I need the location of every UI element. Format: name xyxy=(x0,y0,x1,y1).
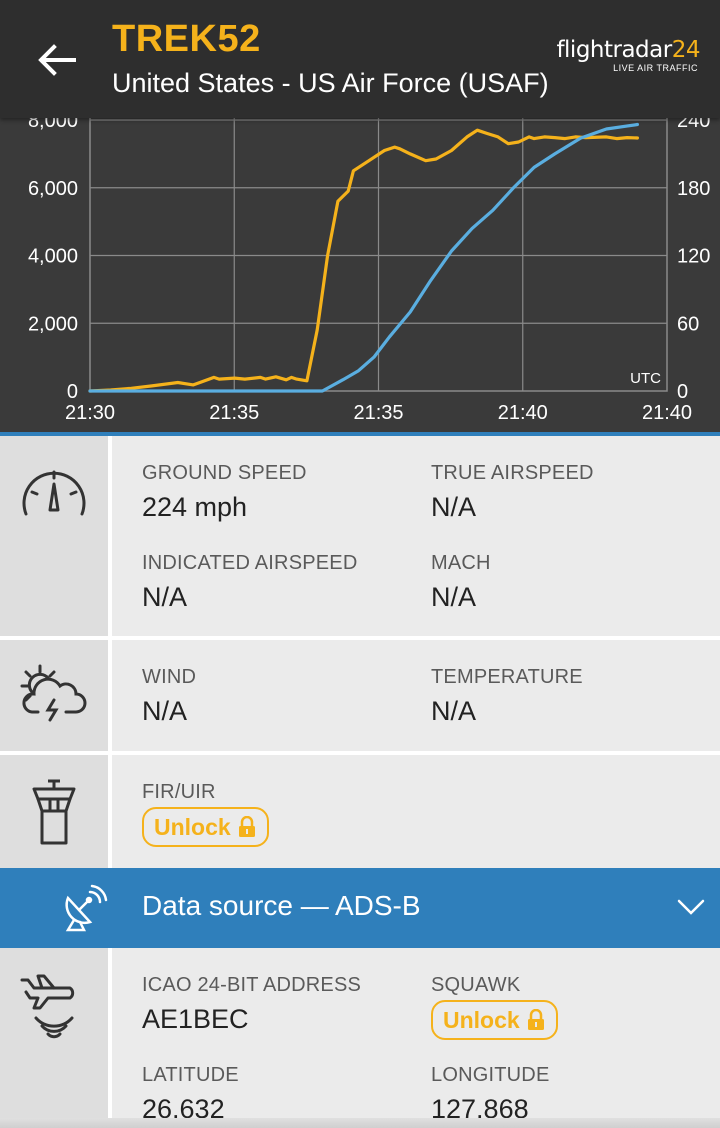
x-tick-label: 21:35 xyxy=(353,402,403,424)
y-left-tick-label: 6,000 xyxy=(28,178,78,200)
back-button[interactable] xyxy=(30,36,82,84)
satellite-dish-icon xyxy=(65,884,108,932)
back-arrow-icon xyxy=(38,44,76,76)
aircraft-signal-icon xyxy=(20,974,75,1039)
x-tick-label: 21:40 xyxy=(642,402,692,424)
weather-icon-column xyxy=(0,640,108,751)
temperature-label: TEMPERATURE xyxy=(431,666,583,688)
bottom-shadow xyxy=(0,1118,720,1128)
x-tick-label: 21:40 xyxy=(498,402,548,424)
control-tower-icon xyxy=(32,779,76,845)
mach-label: MACH xyxy=(431,552,491,574)
transponder-icon-column xyxy=(0,948,108,1128)
y-right-tick-label: 240 xyxy=(677,118,710,132)
y-left-tick-label: 4,000 xyxy=(28,246,78,268)
speedometer-icon xyxy=(22,470,86,516)
vertical-divider xyxy=(108,755,112,868)
data-source-label: Data source — ADS-B xyxy=(142,890,421,921)
fir-uir-label: FIR/UIR xyxy=(142,781,216,803)
altitude-series-line xyxy=(88,128,640,393)
latitude-label: LATITUDE xyxy=(142,1064,239,1086)
y-right-tick-label: 0 xyxy=(677,381,688,403)
indicated-airspeed-label: INDICATED AIRSPEED xyxy=(142,552,358,574)
y-right-tick-label: 120 xyxy=(677,246,710,268)
logo-text: flightradar xyxy=(556,37,672,63)
y-left-tick-label: 0 xyxy=(67,381,78,403)
squawk-unlock-button[interactable]: Unlock xyxy=(431,1000,558,1040)
y-left-tick-label: 2,000 xyxy=(28,313,78,335)
vertical-divider xyxy=(108,436,112,636)
x-tick-label: 21:35 xyxy=(209,402,259,424)
y-right-tick-label: 60 xyxy=(677,313,699,335)
indicated-airspeed-value: N/A xyxy=(142,582,188,612)
logo-number: 24 xyxy=(671,37,701,63)
lock-icon xyxy=(527,1009,544,1030)
weather-icon xyxy=(20,664,87,722)
chevron-down-icon xyxy=(677,899,705,915)
unlock-label: Unlock xyxy=(154,813,231,840)
altitude-speed-chart[interactable]: 21:30 21:35 21:35 21:40 21:40 0 0 2,000 60 4,000 1… xyxy=(0,118,720,432)
vertical-divider xyxy=(108,640,112,751)
flightradar24-logo: flightradar24 LIVE AIR TRAFFIC xyxy=(556,38,700,74)
longitude-label: LONGITUDE xyxy=(431,1064,550,1086)
ground-speed-value: 224 mph xyxy=(142,492,248,522)
utc-label: UTC xyxy=(630,370,661,387)
fir-unlock-button[interactable]: Unlock xyxy=(142,807,269,847)
squawk-label: SQUAWK xyxy=(431,974,521,996)
logo-tagline: LIVE AIR TRAFFIC xyxy=(613,63,698,73)
lock-icon xyxy=(238,816,255,837)
fir-icon-column xyxy=(0,755,108,868)
y-left-tick-label: 8,000 xyxy=(28,118,78,132)
wind-value: N/A xyxy=(142,696,188,726)
unlock-label: Unlock xyxy=(443,1006,520,1033)
airline-name: United States - US Air Force (USAF) xyxy=(112,68,549,98)
ground-speed-label: GROUND SPEED xyxy=(142,462,307,484)
data-source-toggle[interactable]: Data source — ADS-B xyxy=(0,868,720,948)
app-header: TREK52 United States - US Air Force (USA… xyxy=(0,0,720,118)
chart-svg: 21:30 21:35 21:35 21:40 21:400 02,000 604,000 1… xyxy=(28,118,710,424)
wind-label: WIND xyxy=(142,666,197,688)
speed-icon-column xyxy=(0,436,108,636)
icao-address-label: ICAO 24-BIT ADDRESS xyxy=(142,974,362,996)
x-tick-label: 21:30 xyxy=(65,402,115,424)
y-right-tick-label: 180 xyxy=(677,178,710,200)
mach-value: N/A xyxy=(431,582,477,612)
icao-address-value: AE1BEC xyxy=(142,1004,249,1034)
temperature-value: N/A xyxy=(431,696,477,726)
true-airspeed-value: N/A xyxy=(431,492,477,522)
vertical-divider xyxy=(108,948,112,1128)
true-airspeed-label: TRUE AIRSPEED xyxy=(431,462,594,484)
flight-callsign: TREK52 xyxy=(112,18,261,60)
